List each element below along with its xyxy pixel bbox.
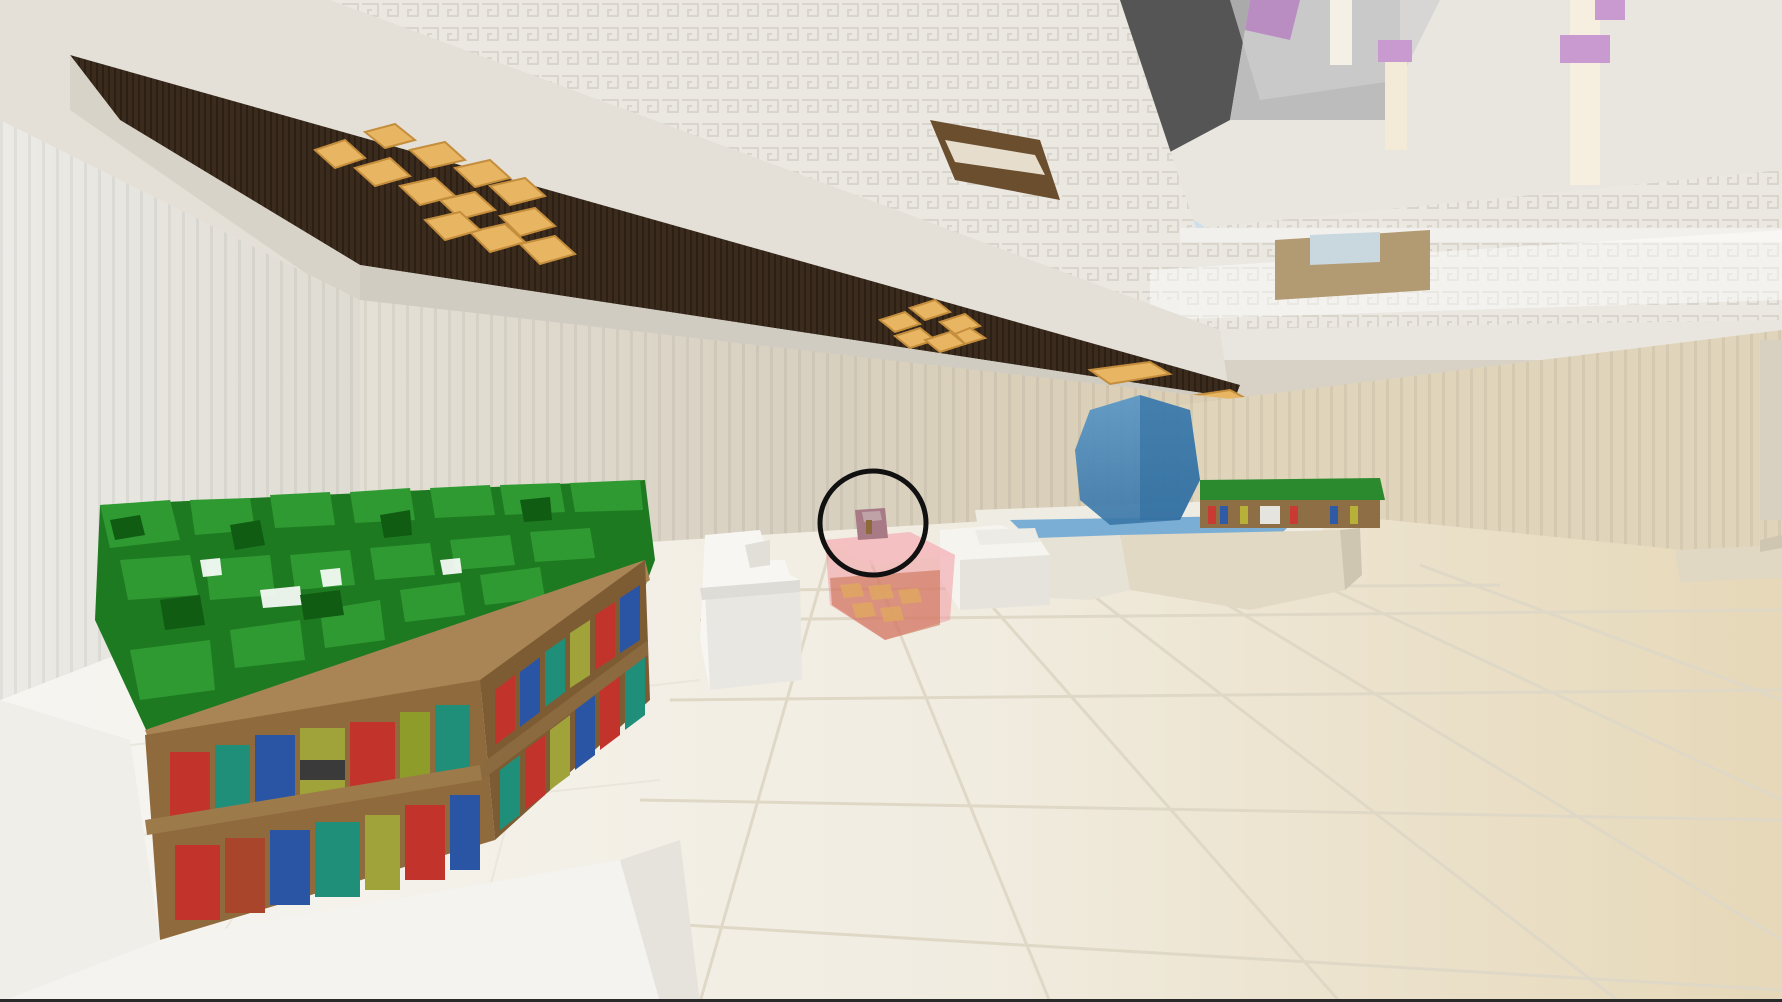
game-scene[interactable] (0, 0, 1782, 1002)
white-sofa[interactable] (940, 525, 1050, 610)
game-viewport[interactable] (0, 0, 1782, 1002)
potted-item[interactable] (855, 508, 888, 540)
